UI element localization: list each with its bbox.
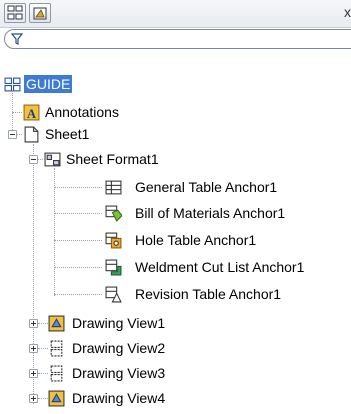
tree-item-anchor[interactable]: Weldment Cut List Anchor1	[0, 256, 351, 278]
tree-item-anchor[interactable]: Hole Table Anchor1	[0, 229, 351, 251]
drawing-document-icon	[4, 77, 21, 92]
tree-item-label: Drawing View4	[72, 390, 166, 406]
tree-item-label: Drawing View3	[72, 365, 166, 381]
expand-toggle[interactable]	[29, 394, 38, 403]
tree-item-annotations[interactable]: A Annotations	[0, 101, 351, 123]
tree-item-label: Bill of Materials Anchor1	[135, 205, 286, 221]
tree-item-label: Sheet Format1	[66, 151, 159, 167]
revision-table-icon	[105, 286, 122, 303]
weldment-icon	[105, 259, 122, 276]
panel-toolbar: x	[0, 0, 351, 28]
tree-item-label: Drawing View1	[72, 315, 166, 331]
tree-root-label: GUIDE	[24, 75, 73, 93]
svg-text:A: A	[27, 107, 37, 121]
property-manager-tab[interactable]	[29, 3, 51, 23]
tree-item-drawing-view[interactable]: Drawing View3	[0, 362, 351, 384]
expand-toggle[interactable]	[29, 369, 38, 378]
expand-toggle[interactable]	[29, 344, 38, 353]
drawing-view-icon	[48, 315, 65, 332]
tree-item-anchor[interactable]: Revision Table Anchor1	[0, 283, 351, 305]
filter-input[interactable]	[4, 29, 351, 49]
tree-item-drawing-view[interactable]: Drawing View2	[0, 337, 351, 359]
annotations-icon: A	[23, 104, 40, 121]
tree-item-anchor[interactable]: General Table Anchor1	[0, 176, 351, 198]
sheet-format-icon	[44, 152, 61, 167]
tree-item-label: Annotations	[45, 104, 119, 120]
general-table-icon	[105, 180, 122, 195]
tree-item-label: General Table Anchor1	[135, 179, 278, 195]
collapse-toggle[interactable]	[8, 130, 17, 139]
sheet-icon	[24, 126, 39, 143]
collapse-toggle[interactable]	[29, 155, 38, 164]
drawing-view-icon	[48, 390, 65, 407]
filter-icon	[11, 33, 23, 45]
tree-item-sheet1[interactable]: Sheet1	[0, 123, 351, 145]
tree-item-label: Revision Table Anchor1	[135, 286, 282, 302]
tree-item-label: Drawing View2	[72, 340, 166, 356]
close-icon[interactable]: x	[344, 4, 351, 20]
property-manager-icon	[33, 7, 47, 20]
bom-icon	[105, 205, 122, 222]
feature-tree-icon	[7, 5, 23, 20]
drawing-view-broken-icon	[50, 340, 63, 357]
feature-manager-tab[interactable]	[4, 3, 26, 23]
drawing-view-broken-icon	[50, 365, 63, 382]
expand-toggle[interactable]	[29, 319, 38, 328]
tree-item-label: Weldment Cut List Anchor1	[135, 259, 305, 275]
tree-item-drawing-view[interactable]: Drawing View4	[0, 387, 351, 409]
tree-item-drawing-view[interactable]: Drawing View1	[0, 312, 351, 334]
tree-item-label: Sheet1	[45, 126, 90, 142]
hole-table-icon	[105, 232, 122, 249]
tree-item-label: Hole Table Anchor1	[135, 232, 257, 248]
tree-item-anchor[interactable]: Bill of Materials Anchor1	[0, 202, 351, 224]
tree-item-sheet-format[interactable]: Sheet Format1	[0, 148, 351, 170]
tree-root[interactable]: GUIDE	[0, 73, 351, 95]
